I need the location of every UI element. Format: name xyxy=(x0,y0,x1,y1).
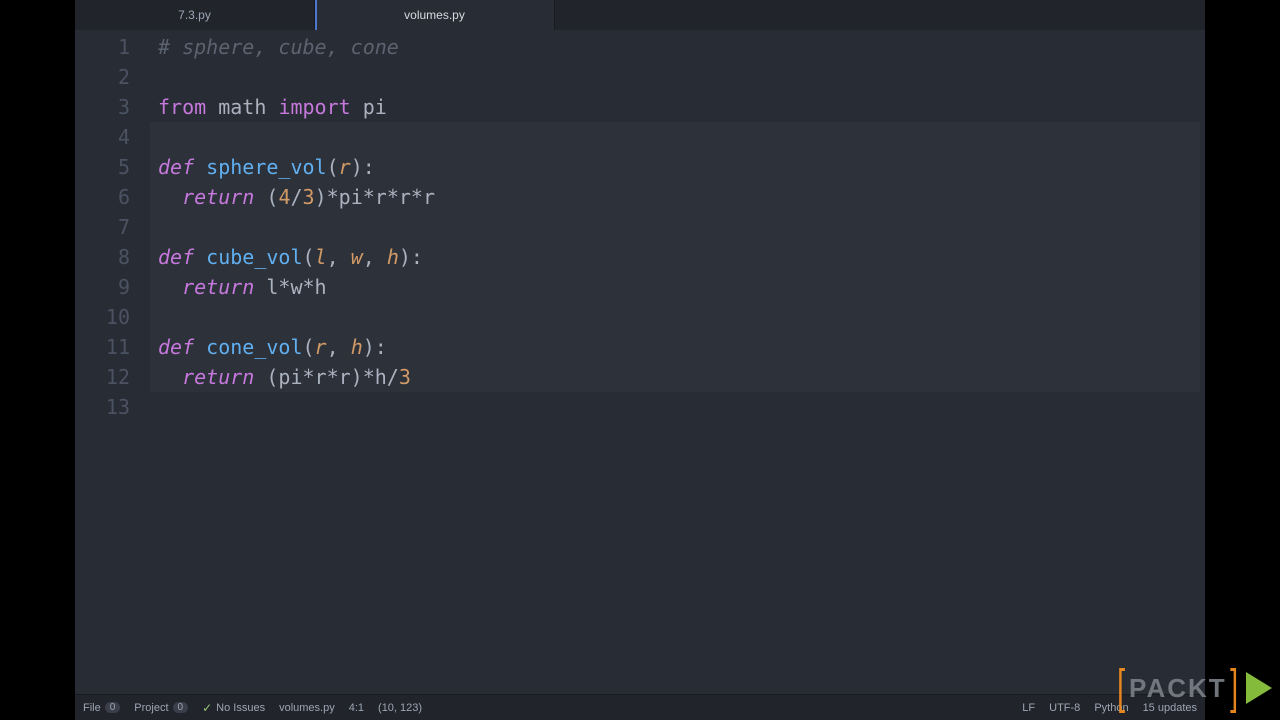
code-line-12[interactable]: return (pi*r*r)*h/3 xyxy=(150,362,1205,392)
bracket-right-icon: ] xyxy=(1230,664,1239,712)
code-line-2[interactable] xyxy=(150,62,1205,92)
status-line-ending[interactable]: LF xyxy=(1022,702,1035,714)
code-line-11[interactable]: def cone_vol(r, h): xyxy=(150,332,1205,362)
code-line-6[interactable]: return (4/3)*pi*r*r*r xyxy=(150,182,1205,212)
line-number: 1 xyxy=(75,32,130,62)
code-line-5[interactable]: def sphere_vol(r): xyxy=(150,152,1205,182)
status-cursor-pos[interactable]: 4:1 xyxy=(349,702,364,714)
code-line-4[interactable] xyxy=(150,122,1205,152)
line-number: 12 xyxy=(75,362,130,392)
editor-window: 7.3.py volumes.py 12345678910111213 # sp… xyxy=(75,0,1205,720)
code-line-10[interactable] xyxy=(150,302,1205,332)
line-number: 3 xyxy=(75,92,130,122)
code-line-8[interactable]: def cube_vol(l, w, h): xyxy=(150,242,1205,272)
line-number: 13 xyxy=(75,392,130,422)
line-number: 6 xyxy=(75,182,130,212)
line-number: 11 xyxy=(75,332,130,362)
check-icon: ✓ xyxy=(202,701,212,715)
status-updates[interactable]: 15 updates xyxy=(1143,702,1197,714)
comment: # sphere, cube, cone xyxy=(158,35,399,59)
line-number: 4 xyxy=(75,122,130,152)
tab-7-3-py[interactable]: 7.3.py xyxy=(75,0,315,30)
line-number: 5 xyxy=(75,152,130,182)
status-language[interactable]: Python xyxy=(1094,702,1128,714)
editor-body[interactable]: 12345678910111213 # sphere, cube, cone f… xyxy=(75,30,1205,694)
play-icon xyxy=(1246,672,1272,704)
status-encoding[interactable]: UTF-8 xyxy=(1049,702,1080,714)
status-project-count[interactable]: Project 0 xyxy=(134,702,188,714)
tab-label: volumes.py xyxy=(404,8,465,22)
line-number: 2 xyxy=(75,62,130,92)
tab-volumes-py[interactable]: volumes.py xyxy=(315,0,555,30)
code-area[interactable]: # sphere, cube, cone from math import pi… xyxy=(150,30,1205,694)
code-line-1[interactable]: # sphere, cube, cone xyxy=(150,32,1205,62)
line-number: 9 xyxy=(75,272,130,302)
code-line-7[interactable] xyxy=(150,212,1205,242)
code-line-13[interactable] xyxy=(150,392,1205,422)
line-number: 8 xyxy=(75,242,130,272)
status-file-count[interactable]: File 0 xyxy=(83,702,120,714)
code-line-3[interactable]: from math import pi xyxy=(150,92,1205,122)
tab-label: 7.3.py xyxy=(178,8,211,22)
status-filename[interactable]: volumes.py xyxy=(279,702,335,714)
status-selection: (10, 123) xyxy=(378,702,422,714)
tab-bar: 7.3.py volumes.py xyxy=(75,0,1205,30)
line-gutter: 12345678910111213 xyxy=(75,30,150,694)
status-issues[interactable]: ✓ No Issues xyxy=(202,701,265,715)
status-bar: File 0 Project 0 ✓ No Issues volumes.py … xyxy=(75,694,1205,720)
code-line-9[interactable]: return l*w*h xyxy=(150,272,1205,302)
line-number: 10 xyxy=(75,302,130,332)
line-number: 7 xyxy=(75,212,130,242)
